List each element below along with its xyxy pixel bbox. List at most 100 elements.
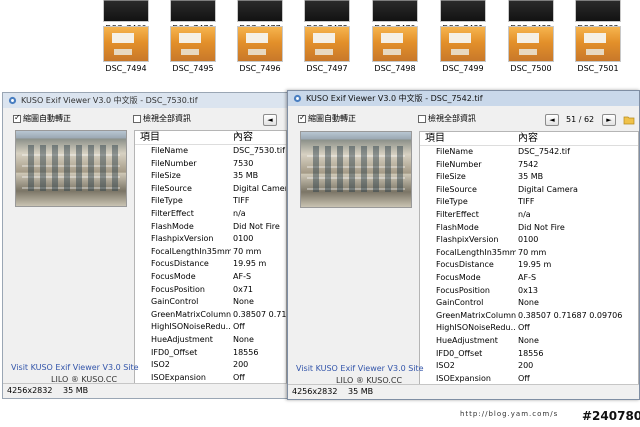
status-bar: 4256x2832 35 MB bbox=[3, 383, 287, 398]
title-bar[interactable]: KUSO Exif Viewer V3.0 中文版 - DSC_7530.tif bbox=[3, 93, 287, 108]
thumbnail-image bbox=[103, 26, 149, 62]
exif-key: FocusMode bbox=[151, 271, 196, 281]
folder-icon[interactable] bbox=[623, 114, 635, 126]
show-all-option[interactable]: 檢視全部資訊 bbox=[133, 113, 191, 127]
table-row[interactable]: FlashpixVersion 0100 bbox=[135, 233, 286, 246]
table-row[interactable]: FocusDistance 19.95 m bbox=[420, 259, 638, 272]
exif-value: None bbox=[518, 298, 539, 308]
table-header: 項目 內容 bbox=[135, 131, 286, 145]
table-row[interactable]: FocusMode AF-S bbox=[420, 272, 638, 285]
exif-value: 0.38507 0.7168 bbox=[233, 309, 287, 319]
exif-key: FocusDistance bbox=[151, 259, 209, 269]
thumbnail-item[interactable]: DSC_7498 bbox=[372, 26, 418, 73]
exif-value: 19.95 m bbox=[518, 260, 552, 270]
auto-rotate-label: 縮圖自動轉正 bbox=[308, 114, 356, 123]
table-row[interactable]: HueAdjustment None bbox=[420, 335, 638, 348]
table-row[interactable]: IFD0_Offset 18556 bbox=[420, 348, 638, 361]
table-row[interactable]: GainControl None bbox=[135, 296, 286, 309]
exif-value: AF-S bbox=[233, 271, 252, 281]
table-row[interactable]: GreenMatrixColumn0.38507 0.7168 bbox=[135, 309, 286, 322]
thumbnail-image bbox=[237, 26, 283, 62]
exif-key: FileName bbox=[436, 147, 473, 156]
table-row[interactable]: ISO2 200 bbox=[135, 359, 286, 372]
table-row[interactable]: FocusPosition 0x71 bbox=[135, 284, 286, 297]
exif-value: TIFF bbox=[518, 197, 535, 207]
title-bar[interactable]: KUSO Exif Viewer V3.0 中文版 - DSC_7542.tif bbox=[288, 91, 639, 106]
table-row[interactable]: FileName DSC_7530.tif bbox=[135, 145, 286, 158]
table-row[interactable]: GainControl None bbox=[420, 297, 638, 310]
table-row[interactable]: FileType TIFF bbox=[135, 195, 286, 208]
table-row[interactable]: FocalLengthIn35mm...70 mm bbox=[420, 247, 638, 260]
table-row[interactable]: ISO2 200 bbox=[420, 360, 638, 373]
table-row[interactable]: FlashMode Did Not Fire bbox=[135, 221, 286, 234]
thumbnail-label: DSC_7494 bbox=[105, 64, 147, 73]
table-row[interactable]: HighISONoiseRedu... Off bbox=[135, 321, 286, 334]
table-row[interactable]: FileSource Digital Camera bbox=[420, 184, 638, 197]
status-dimensions: 4256x2832 bbox=[292, 387, 338, 396]
table-row[interactable]: IFD0_Offset 18556 bbox=[135, 347, 286, 360]
table-row[interactable]: HighISONoiseRedu... Off bbox=[420, 322, 638, 335]
table-row[interactable]: FileSize 35 MB bbox=[135, 170, 286, 183]
exif-key: FocalLengthIn35mm... bbox=[436, 247, 516, 257]
prev-button[interactable]: ◄ bbox=[545, 114, 559, 126]
exif-value: 70 mm bbox=[518, 247, 547, 257]
thumbnail-image bbox=[440, 0, 486, 22]
thumbnail-image bbox=[170, 26, 216, 62]
table-row[interactable]: FlashpixVersion 0100 bbox=[420, 234, 638, 247]
table-row[interactable]: FilterEffect n/a bbox=[420, 209, 638, 222]
table-row[interactable]: FileNumber 7542 bbox=[420, 159, 638, 172]
thumbnail-item[interactable]: DSC_7496 bbox=[237, 26, 283, 73]
table-row[interactable]: FilterEffect n/a bbox=[135, 208, 286, 221]
show-all-option[interactable]: 檢視全部資訊 bbox=[418, 113, 476, 127]
table-row[interactable]: FileNumber 7530 bbox=[135, 158, 286, 171]
status-bar: 4256x2832 35 MB bbox=[288, 384, 639, 399]
thumbnail-image bbox=[575, 0, 621, 22]
thumbnail-item[interactable]: DSC_7499 bbox=[440, 26, 486, 73]
auto-rotate-option[interactable]: 縮圖自動轉正 bbox=[13, 113, 71, 127]
thumbnail-item[interactable]: DSC_7497 bbox=[304, 26, 350, 73]
visit-site-link[interactable]: Visit KUSO Exif Viewer V3.0 Site bbox=[11, 363, 139, 372]
next-button[interactable]: ► bbox=[602, 114, 616, 126]
exif-key: FocusMode bbox=[436, 272, 481, 282]
exif-value: 18556 bbox=[233, 347, 259, 357]
table-row[interactable]: FocalLengthIn35mm...70 mm bbox=[135, 246, 286, 259]
thumbnail-item[interactable]: DSC_7500 bbox=[508, 26, 554, 73]
table-row[interactable]: HueAdjustment None bbox=[135, 334, 286, 347]
exif-value: AF-S bbox=[518, 272, 537, 282]
thumbnail-image bbox=[304, 26, 350, 62]
show-all-checkbox[interactable] bbox=[133, 114, 141, 123]
table-row[interactable]: GreenMatrixColumn 0.38507 0.71687 0.09706 bbox=[420, 310, 638, 323]
thumbnail-image bbox=[575, 26, 621, 62]
thumbnail-item[interactable]: DSC_7501 bbox=[575, 26, 621, 73]
thumbnail-item[interactable]: DSC_7495 bbox=[170, 26, 216, 73]
auto-rotate-checkbox[interactable] bbox=[13, 113, 21, 123]
table-row[interactable]: FileSize 35 MB bbox=[420, 171, 638, 184]
exif-viewer-window-2: KUSO Exif Viewer V3.0 中文版 - DSC_7542.tif… bbox=[287, 90, 640, 400]
exif-key: FileName bbox=[151, 146, 188, 155]
table-row[interactable]: FocusDistance 19.95 m bbox=[135, 258, 286, 271]
column-value-header: 內容 bbox=[518, 133, 538, 144]
table-row[interactable]: FlashMode Did Not Fire bbox=[420, 222, 638, 235]
exif-value: 0x71 bbox=[233, 284, 254, 294]
visit-site-link[interactable]: Visit KUSO Exif Viewer V3.0 Site bbox=[296, 364, 424, 373]
table-row[interactable]: FileSource Digital Camera bbox=[135, 183, 286, 196]
exif-key: HueAdjustment bbox=[436, 335, 498, 345]
exif-key: FilterEffect bbox=[436, 209, 479, 219]
auto-rotate-option[interactable]: 縮圖自動轉正 bbox=[298, 113, 356, 127]
exif-value: 0100 bbox=[518, 235, 539, 245]
thumbnail-item[interactable]: DSC_7494 bbox=[103, 26, 149, 73]
exif-key: FileSize bbox=[436, 172, 466, 182]
exif-value: 0.38507 0.71687 0.09706 bbox=[518, 310, 623, 320]
exif-value: DSC_7530.tif bbox=[233, 146, 285, 155]
table-row[interactable]: FocusPosition 0x13 bbox=[420, 285, 638, 298]
table-row[interactable]: FileType TIFF bbox=[420, 196, 638, 209]
thumbnail-image bbox=[372, 0, 418, 22]
prev-button[interactable]: ◄ bbox=[263, 114, 277, 126]
auto-rotate-checkbox[interactable] bbox=[298, 113, 306, 123]
show-all-checkbox[interactable] bbox=[418, 114, 426, 123]
show-all-label: 檢視全部資訊 bbox=[143, 114, 191, 123]
exif-key: FileNumber bbox=[436, 159, 482, 169]
table-row[interactable]: FileName DSC_7542.tif bbox=[420, 146, 638, 159]
table-row[interactable]: FocusMode AF-S bbox=[135, 271, 286, 284]
exif-key: FlashMode bbox=[436, 222, 479, 232]
